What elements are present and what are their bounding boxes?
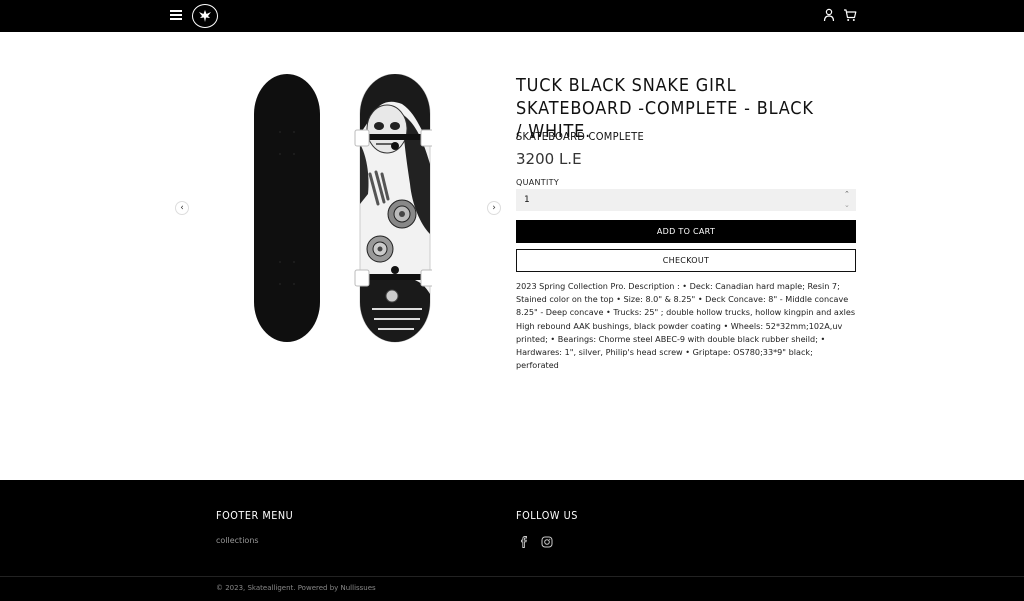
quantity-increment-icon[interactable]: ⌃ — [844, 190, 850, 198]
quantity-label: QUANTITY — [516, 178, 560, 187]
add-to-cart-button[interactable]: ADD TO CART — [516, 220, 856, 243]
checkout-button[interactable]: CHECKOUT — [516, 249, 856, 272]
copyright-text: © 2023, Skatealligent. Powered by Nullis… — [216, 584, 376, 592]
instagram-icon[interactable] — [541, 536, 553, 548]
quantity-decrement-icon[interactable]: ⌄ — [844, 201, 850, 209]
chevron-left-icon[interactable]: ‹ — [175, 201, 189, 215]
chevron-right-icon[interactable]: › — [487, 201, 501, 215]
footer-divider — [0, 576, 1024, 577]
product-price: 3200 L.E — [516, 150, 582, 168]
cart-icon[interactable] — [843, 8, 857, 22]
site-header — [0, 0, 1024, 32]
site-footer: FOOTER MENU collections FOLLOW US © 2023… — [0, 480, 1024, 601]
user-icon[interactable] — [823, 8, 835, 22]
follow-us-heading: FOLLOW US — [516, 509, 578, 522]
footer-link-collections[interactable]: collections — [216, 536, 259, 545]
facebook-icon[interactable] — [518, 536, 530, 548]
product-gallery: ‹ › — [170, 72, 506, 344]
quantity-input[interactable] — [516, 189, 856, 211]
product-subtitle: SKATEBOARD COMPLETE — [516, 130, 644, 143]
eagle-logo-icon[interactable] — [192, 4, 218, 28]
hamburger-menu-icon[interactable] — [170, 10, 182, 22]
product-description: 2023 Spring Collection Pro. Description … — [516, 281, 856, 371]
footer-menu-heading: FOOTER MENU — [216, 509, 294, 522]
skateboard-product-image — [254, 74, 432, 343]
